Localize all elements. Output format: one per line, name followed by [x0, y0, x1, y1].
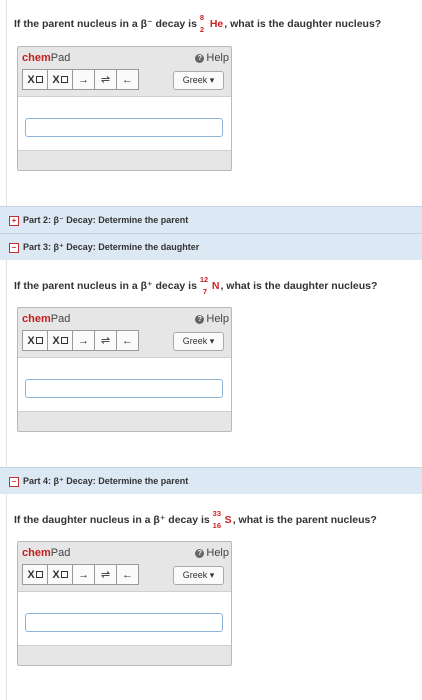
- help-label: Help: [206, 313, 229, 325]
- subscript-label: X: [27, 334, 35, 347]
- help-label: Help: [206, 547, 229, 559]
- question-text: , what is the parent nucleus?: [232, 514, 377, 526]
- subscript-box-icon: [35, 337, 43, 344]
- subscript-button[interactable]: X: [22, 330, 48, 351]
- mass-number: 33: [212, 509, 222, 518]
- question-part1: If the parent nucleus in a β⁻ decay is 8…: [14, 11, 381, 37]
- help-icon: ?: [195, 54, 205, 63]
- arrow-right-button[interactable]: →: [72, 564, 95, 585]
- superscript-button[interactable]: X: [47, 564, 73, 585]
- chempad-title: chemPad: [22, 313, 70, 325]
- chempad-title: chemPad: [22, 52, 70, 64]
- question-text: If the parent nucleus in a β: [14, 18, 148, 30]
- chempad-3: chemPad ? Help X X → ⇌ ← Greek ▾: [17, 541, 232, 666]
- greek-dropdown[interactable]: Greek ▾: [173, 71, 224, 90]
- chempad-header: chemPad ? Help: [18, 542, 231, 564]
- answer-input[interactable]: [25, 379, 223, 398]
- superscript-box-icon: [60, 571, 68, 578]
- part-2-header[interactable]: + Part 2: β⁻ Decay: Determine the parent: [0, 206, 422, 233]
- part-4-label: Part 4: β⁺ Decay: Determine the parent: [23, 476, 189, 486]
- chempad-toolbar: X X → ⇌ ←: [22, 69, 139, 90]
- question-text: If the parent nucleus in a β: [14, 280, 148, 292]
- help-icon: ?: [195, 315, 205, 324]
- mass-number: 12: [199, 275, 209, 284]
- nuclide-he: 8 2 He: [200, 11, 223, 37]
- chempad-editor: [18, 591, 231, 646]
- mass-number: 8: [199, 13, 205, 22]
- chempad-toolbar: X X → ⇌ ←: [22, 330, 139, 351]
- chempad-title: chemPad: [22, 547, 70, 559]
- atomic-number: 2: [199, 25, 205, 34]
- part-2-label: Part 2: β⁻ Decay: Determine the parent: [23, 215, 189, 225]
- help-icon: ?: [195, 549, 205, 558]
- element-symbol: S: [224, 514, 232, 526]
- chempad-2: chemPad ? Help X X → ⇌ ← Greek ▾: [17, 307, 232, 432]
- expand-icon: +: [9, 216, 19, 226]
- question-part4: If the daughter nucleus in a β⁺ decay is…: [14, 507, 377, 533]
- question-text: If the daughter nucleus in a β: [14, 514, 160, 526]
- superscript-label: X: [52, 73, 60, 86]
- chempad-header: chemPad ? Help: [18, 47, 231, 69]
- greek-dropdown[interactable]: Greek ▾: [173, 332, 224, 351]
- answer-input[interactable]: [25, 118, 223, 137]
- superscript-box-icon: [60, 76, 68, 83]
- element-symbol: N: [211, 280, 220, 292]
- superscript-label: X: [52, 568, 60, 581]
- chempad-1: chemPad ? Help X X → ⇌ ← Greek ▾: [17, 46, 232, 171]
- subscript-label: X: [27, 568, 35, 581]
- element-symbol: He: [209, 18, 224, 30]
- chempad-title-pad: Pad: [50, 52, 71, 64]
- equilibrium-arrow-button[interactable]: ⇌: [94, 330, 117, 351]
- question-text: decay is: [152, 18, 200, 30]
- frame-border: [6, 0, 7, 700]
- equilibrium-arrow-button[interactable]: ⇌: [94, 564, 117, 585]
- chempad-header: chemPad ? Help: [18, 308, 231, 330]
- subscript-box-icon: [35, 76, 43, 83]
- nuclide-s: 33 16 S: [213, 507, 232, 533]
- question-text: decay is: [152, 280, 200, 292]
- question-text: , what is the daughter nucleus?: [224, 18, 382, 30]
- arrow-left-button[interactable]: ←: [116, 69, 139, 90]
- nuclide-n: 12 7 N: [200, 273, 220, 299]
- help-link[interactable]: ? Help: [195, 313, 229, 325]
- help-link[interactable]: ? Help: [195, 52, 229, 64]
- equilibrium-arrow-button[interactable]: ⇌: [94, 69, 117, 90]
- chempad-toolbar: X X → ⇌ ←: [22, 564, 139, 585]
- arrow-left-button[interactable]: ←: [116, 330, 139, 351]
- atomic-number: 16: [212, 521, 222, 530]
- arrow-right-button[interactable]: →: [72, 69, 95, 90]
- chempad-title-chem: chem: [22, 313, 51, 325]
- help-link[interactable]: ? Help: [195, 547, 229, 559]
- arrow-right-button[interactable]: →: [72, 330, 95, 351]
- part-3-label: Part 3: β⁺ Decay: Determine the daughter: [23, 242, 200, 252]
- chempad-title-pad: Pad: [50, 313, 71, 325]
- chempad-title-chem: chem: [22, 52, 51, 64]
- part-3-header[interactable]: − Part 3: β⁺ Decay: Determine the daughte…: [0, 233, 422, 260]
- arrow-left-button[interactable]: ←: [116, 564, 139, 585]
- help-label: Help: [206, 52, 229, 64]
- collapse-icon: −: [9, 477, 19, 487]
- atomic-number: 7: [202, 287, 208, 296]
- greek-dropdown[interactable]: Greek ▾: [173, 566, 224, 585]
- subscript-button[interactable]: X: [22, 564, 48, 585]
- chempad-editor: [18, 96, 231, 151]
- subscript-label: X: [27, 73, 35, 86]
- chempad-editor: [18, 357, 231, 412]
- superscript-button[interactable]: X: [47, 69, 73, 90]
- chempad-title-pad: Pad: [50, 547, 71, 559]
- superscript-button[interactable]: X: [47, 330, 73, 351]
- question-text: decay is: [165, 514, 213, 526]
- collapse-icon: −: [9, 243, 19, 253]
- superscript-box-icon: [60, 337, 68, 344]
- superscript-label: X: [52, 334, 60, 347]
- subscript-button[interactable]: X: [22, 69, 48, 90]
- answer-input[interactable]: [25, 613, 223, 632]
- question-text: , what is the daughter nucleus?: [220, 280, 378, 292]
- question-part3: If the parent nucleus in a β⁺ decay is 1…: [14, 273, 377, 299]
- part-4-header[interactable]: − Part 4: β⁺ Decay: Determine the parent: [0, 467, 422, 494]
- chempad-title-chem: chem: [22, 547, 51, 559]
- subscript-box-icon: [35, 571, 43, 578]
